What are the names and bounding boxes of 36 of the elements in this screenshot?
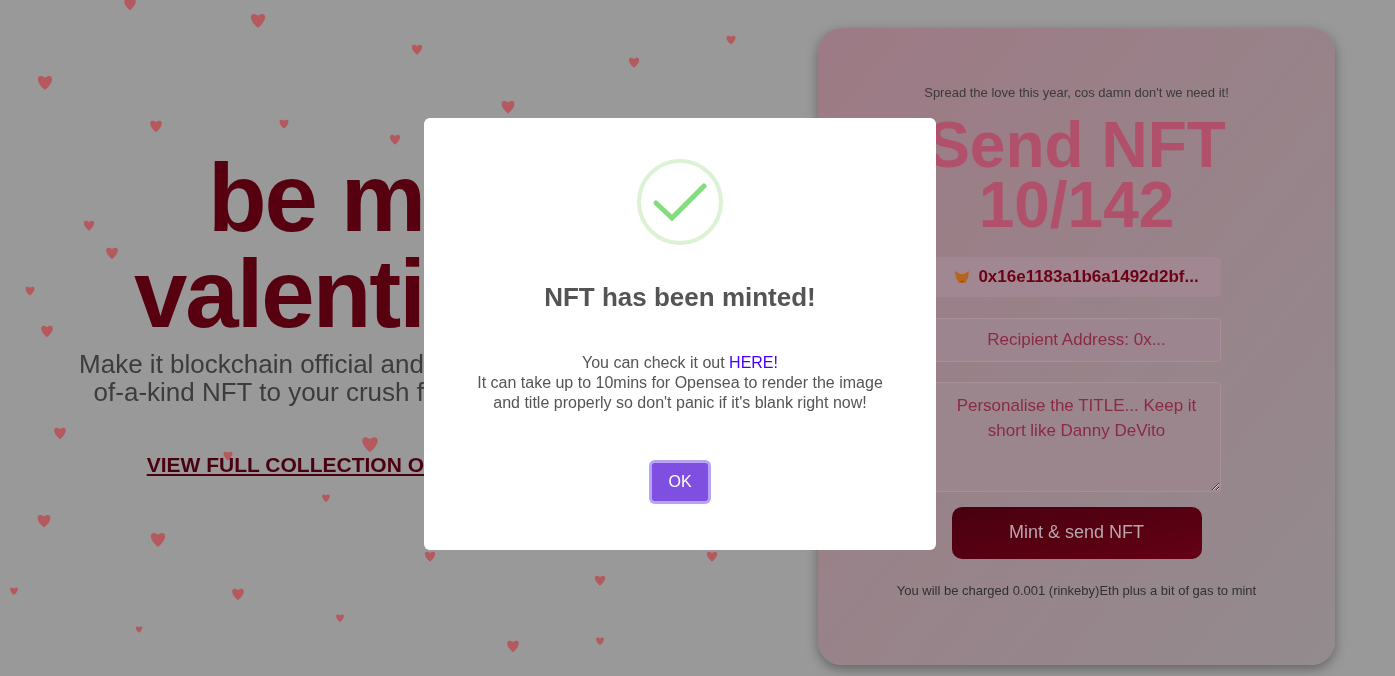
- heart-icon: [504, 640, 522, 654]
- dialog-title: NFT has been minted!: [544, 281, 816, 314]
- hero-title-line: valenti: [133, 246, 424, 342]
- heart-icon: [409, 43, 425, 56]
- hero-title-line: be m: [207, 150, 424, 246]
- fee-note: You will be charged 0.001 (rinkeby)Eth plus a bit of gas to mint: [896, 581, 1257, 600]
- heart-icon: [387, 133, 403, 146]
- heart-icon: [724, 35, 738, 46]
- heart-icon: [320, 493, 332, 503]
- heart-icon: [121, 0, 139, 12]
- heart-icon: [334, 613, 346, 623]
- heart-icon: [81, 219, 97, 232]
- heart-icon: [38, 325, 56, 339]
- hero-subtitle: Make it blockchain official and of-a-kind NFT to your crush f: [79, 350, 424, 406]
- heart-icon: [704, 550, 720, 563]
- heart-icon: [23, 286, 37, 297]
- dialog-message: You can check it out HERE! It can take up to 10mins for Opensea to render the image and title properly so don't panic if it's blank right now!: [476, 353, 884, 413]
- heart-icon: [51, 427, 69, 441]
- mint-button[interactable]: Mint & send NFT: [951, 506, 1202, 559]
- heart-icon: [594, 636, 606, 646]
- heart-icon: [147, 120, 165, 134]
- checkmark-icon: [636, 158, 724, 246]
- here-link[interactable]: HERE!: [729, 354, 778, 371]
- heart-icon: [229, 588, 247, 602]
- tagline: Spread the love this year, cos damn don't we need it!: [924, 84, 1229, 102]
- fox-icon: [954, 269, 971, 284]
- ok-button[interactable]: OK: [649, 460, 711, 504]
- heart-icon: [8, 586, 20, 596]
- heart-icon: [592, 574, 608, 587]
- heart-icon: [277, 119, 291, 130]
- wallet-address: 0x16e1183a1b6a1492d2bf...: [978, 265, 1199, 288]
- heart-icon: [134, 626, 144, 634]
- heart-icon: [422, 550, 438, 563]
- collection-link[interactable]: VIEW FULL COLLECTION O: [146, 449, 424, 481]
- heart-icon: [103, 247, 121, 261]
- heart-icon: [626, 56, 642, 69]
